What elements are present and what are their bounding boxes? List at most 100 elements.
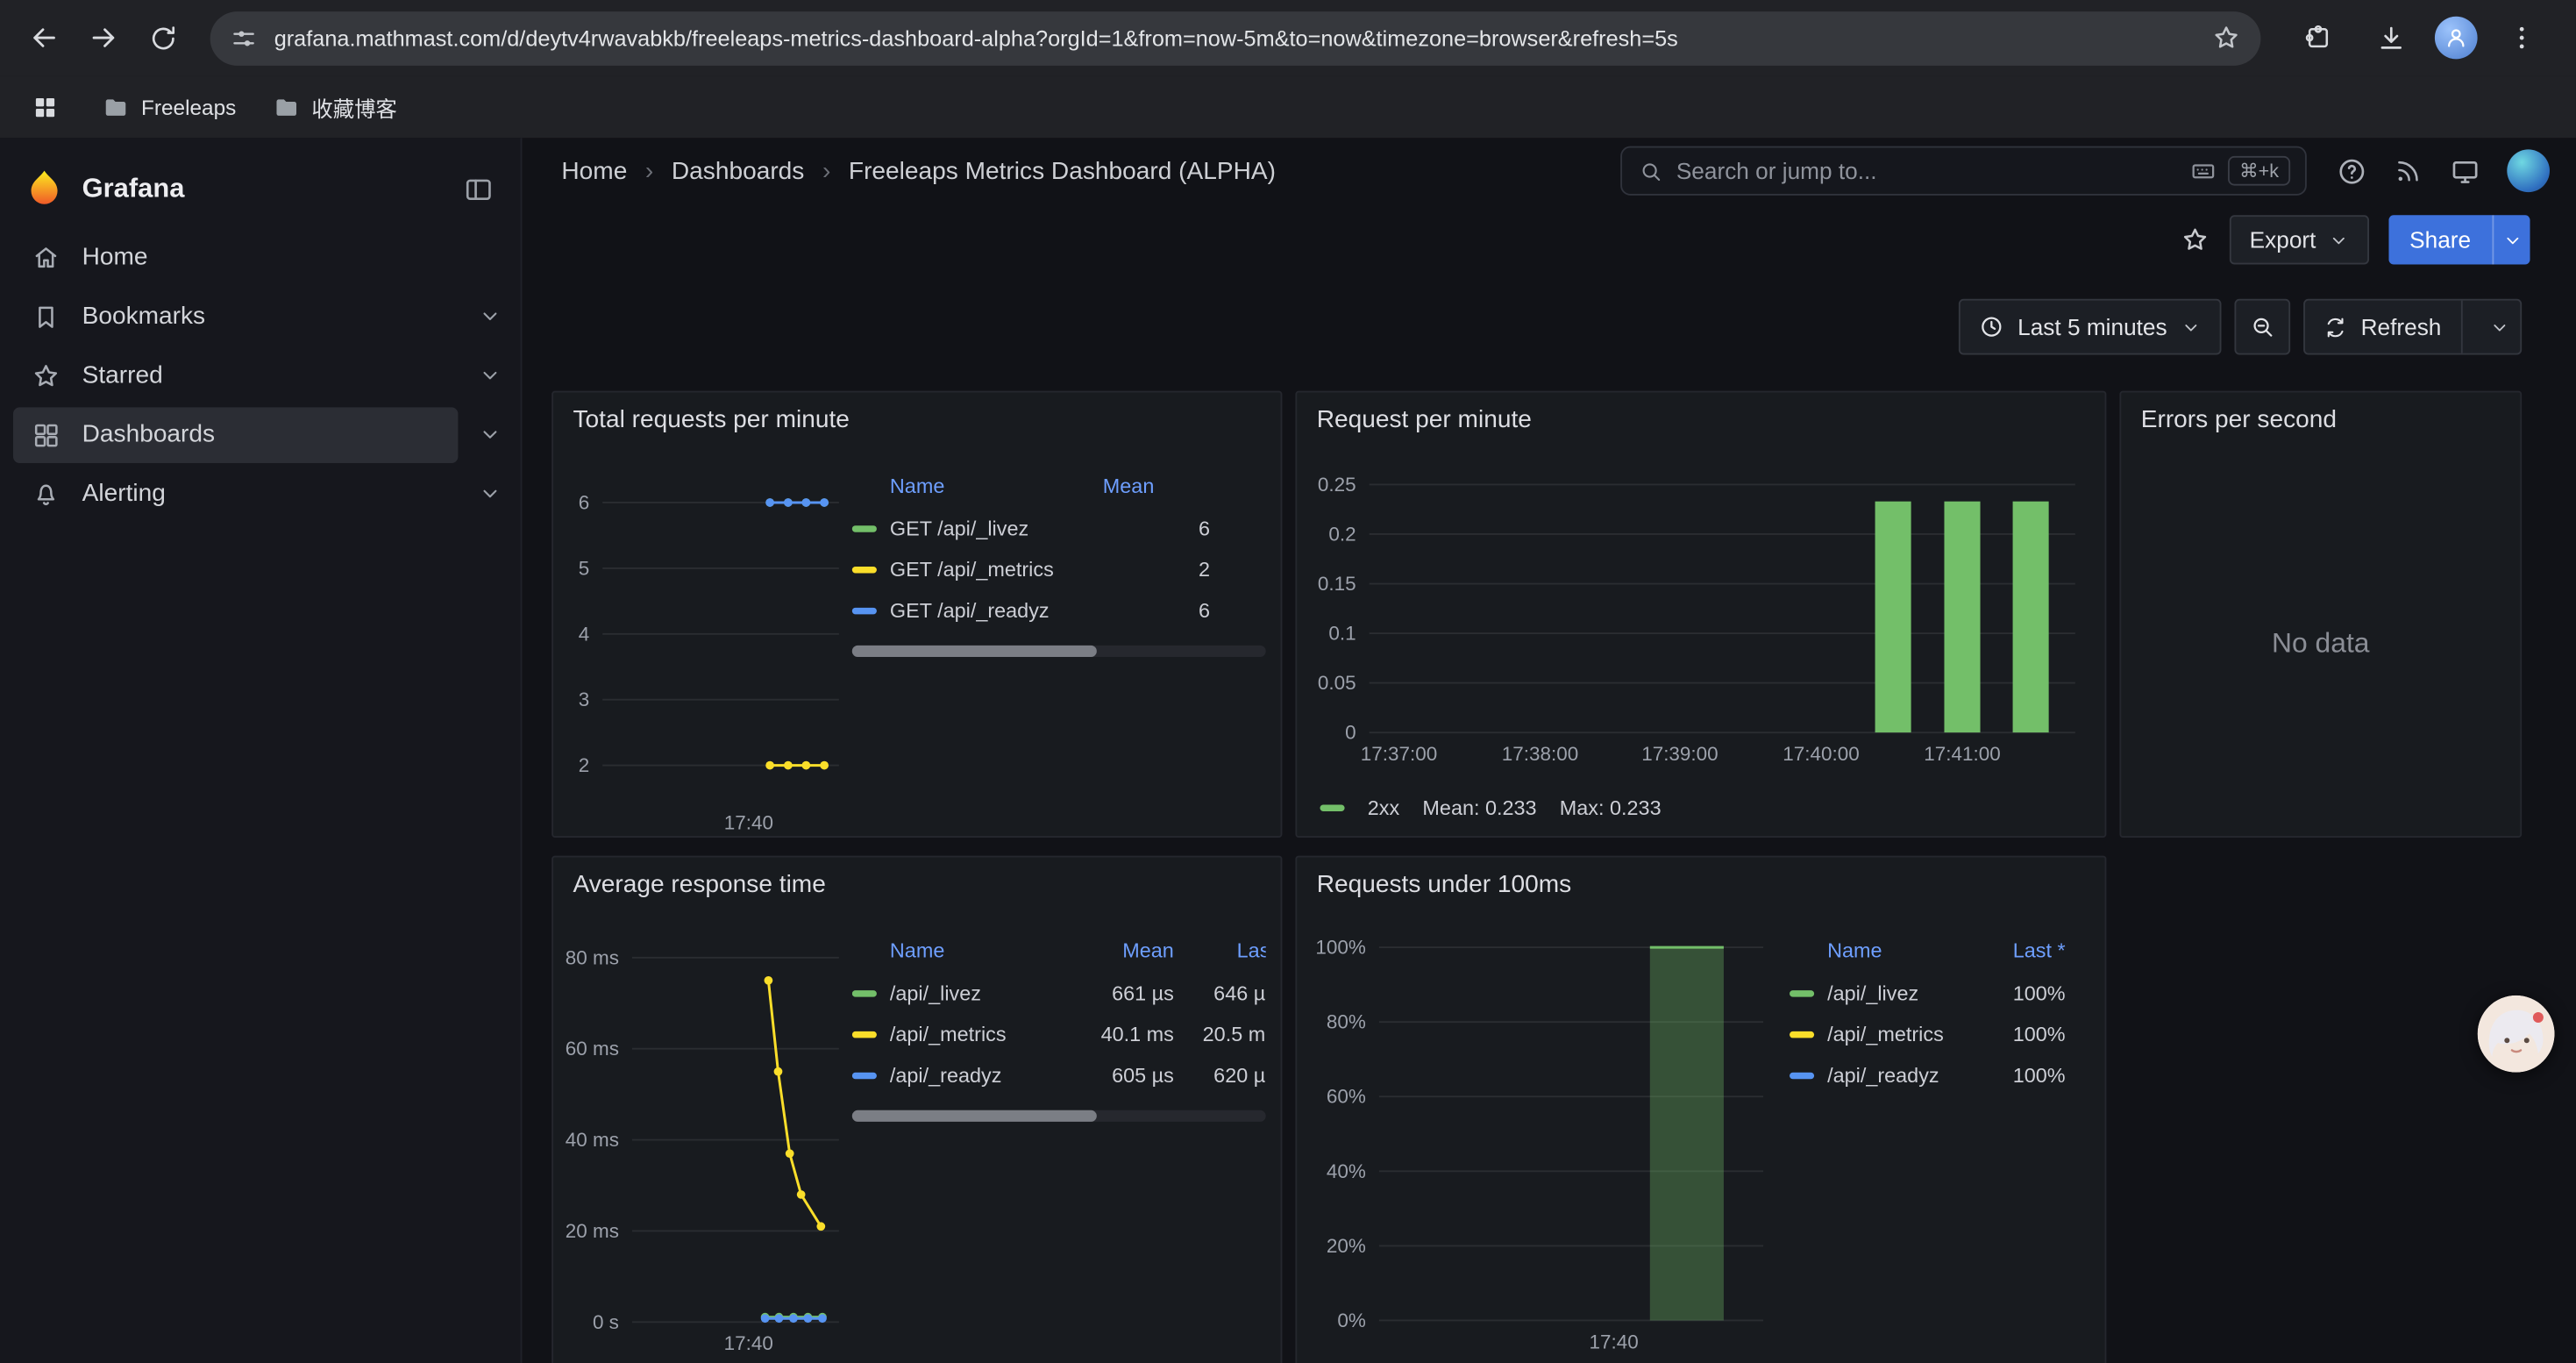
reload-button[interactable] [135,10,191,66]
svg-text:17:38:00: 17:38:00 [1502,743,1578,765]
series-color-dash [1790,1031,1814,1037]
bar-chart[interactable]: 0.250.20.150.10.05017:37:0017:38:0017:39… [1304,458,2098,795]
favorite-dashboard-button[interactable] [2181,225,2210,255]
news-button[interactable] [2394,156,2423,186]
series-color-dash [852,607,877,613]
address-bar[interactable]: grafana.mathmast.com/d/deytv4rwavabkb/fr… [210,11,2261,65]
panel-title[interactable]: Errors per second [2121,393,2520,434]
series-name[interactable]: /api/_metrics [1827,1023,1967,1045]
svg-text:0.1: 0.1 [1328,623,1356,645]
chevron-down-icon [2489,316,2510,337]
share-button[interactable]: Share [2388,215,2493,264]
refresh-icon [2323,315,2348,339]
legend-scrollbar[interactable] [852,646,1266,657]
url-text[interactable]: grafana.mathmast.com/d/deytv4rwavabkb/fr… [274,25,2195,50]
zoom-out-time-button[interactable] [2234,299,2290,355]
svg-text:0.25: 0.25 [1318,474,1356,496]
scrollbar-thumb[interactable] [852,646,1096,657]
back-button[interactable] [17,10,73,66]
legend-col-mean[interactable]: Mean [1092,475,1210,497]
panel-title[interactable]: Requests under 100ms [1297,857,2104,898]
panel-title[interactable]: Total requests per minute [553,393,1281,434]
series-name[interactable]: 2xx [1368,796,1399,819]
expand-bookmarks-button[interactable] [458,303,520,328]
arrow-left-icon [28,21,60,54]
series-color-dash [852,1031,877,1037]
display-button[interactable] [2450,155,2481,187]
breadcrumb-dashboards[interactable]: Dashboards [672,157,804,185]
sidebar-item-dashboards[interactable]: Dashboards [13,406,458,462]
series-color-dash [1790,1072,1814,1078]
expand-alerting-button[interactable] [458,482,520,506]
series-color-dash [1320,805,1344,811]
sidebar-item-starred[interactable]: Starred [13,347,458,403]
export-button[interactable]: Export [2230,215,2368,264]
svg-text:17:39:00: 17:39:00 [1641,743,1718,765]
legend-col-name[interactable]: Name [852,939,1050,962]
timeseries-chart[interactable]: 6543217:40 [560,458,850,838]
floating-avatar[interactable] [2478,995,2555,1073]
legend-col-name[interactable]: Name [1790,939,1967,962]
timeseries-chart[interactable]: 80 ms60 ms40 ms20 ms0 s17:40 [560,923,850,1363]
series-name[interactable]: /api/_livez [1827,981,1967,1004]
series-name[interactable]: GET /api/_livez [890,517,1092,539]
svg-text:17:41:00: 17:41:00 [1924,743,2000,765]
browser-profile-avatar[interactable] [2435,17,2478,60]
scrollbar-thumb[interactable] [852,1110,1096,1122]
help-button[interactable] [2337,155,2368,187]
bookmark-label: Freeleaps [141,95,236,119]
series-name[interactable]: /api/_livez [890,981,1050,1004]
expand-starred-button[interactable] [458,363,520,388]
search-bar[interactable]: ⌘+k [1620,146,2307,196]
breadcrumb-home[interactable]: Home [561,157,627,185]
expand-dashboards-button[interactable] [458,422,520,446]
bookmark-item[interactable]: Freeleaps [102,93,236,121]
series-name[interactable]: GET /api/_metrics [890,558,1092,581]
panel-title[interactable]: Average response time [553,857,1281,898]
site-settings-icon[interactable] [230,24,258,52]
legend-col-mean[interactable]: Mean [1050,939,1174,962]
search-input[interactable] [1676,158,2177,184]
legend-row: /api/_readyz 605 µs 620 µs [852,1054,1266,1095]
time-range-picker[interactable]: Last 5 minutes [1959,299,2222,355]
sidebar-item-label: Alerting [82,480,166,508]
share-menu-button[interactable] [2492,215,2530,264]
bookmark-item[interactable]: 收藏博客 [272,91,396,123]
series-name[interactable]: /api/_readyz [890,1063,1050,1086]
series-last: 646 µs [1174,981,1266,1004]
sidebar-item-alerting[interactable]: Alerting [13,466,458,522]
grafana-logo [23,168,66,211]
svg-text:60 ms: 60 ms [566,1038,619,1060]
dock-panel-icon [463,174,495,205]
downloads-button[interactable] [2363,10,2419,66]
star-outline-icon [2181,225,2210,255]
svg-text:4: 4 [579,623,590,645]
series-name[interactable]: GET /api/_readyz [890,599,1092,622]
svg-text:17:40: 17:40 [1590,1331,1639,1352]
series-mean: 40.1 ms [1050,1023,1174,1045]
refresh-interval-button[interactable] [2479,316,2520,337]
legend-col-last[interactable]: Last [1174,939,1266,962]
series-name[interactable]: /api/_metrics [890,1023,1050,1045]
panel-title[interactable]: Request per minute [1297,393,2104,434]
series-name[interactable]: /api/_readyz [1827,1063,1967,1086]
svg-text:6: 6 [579,491,590,513]
share-button-group: Share [2388,215,2530,264]
legend-scrollbar[interactable] [852,1110,1266,1122]
user-avatar[interactable] [2507,149,2550,192]
sidebar-item-bookmarks[interactable]: Bookmarks [13,289,458,345]
refresh-label[interactable]: Refresh [2361,314,2442,340]
sidebar-item-home[interactable]: Home [13,229,458,285]
extensions-button[interactable] [2290,10,2346,66]
apps-grid-button[interactable] [23,85,66,128]
legend-table: Name Last * /api/_livez 100% /api/_metri… [1790,930,2089,1095]
legend-col-name[interactable]: Name [852,475,1092,497]
legend-col-last[interactable]: Last * [1967,939,2075,962]
bookmark-star-icon[interactable] [2211,23,2241,53]
series-last: 620 µs [1174,1063,1266,1086]
browser-menu-button[interactable] [2494,10,2550,66]
breadcrumb-separator: › [645,157,653,185]
bar-chart[interactable]: 100%80%60%40%20%0%17:40 [1304,923,1783,1363]
sidebar-collapse-button[interactable] [463,174,495,205]
forward-button[interactable] [75,10,132,66]
